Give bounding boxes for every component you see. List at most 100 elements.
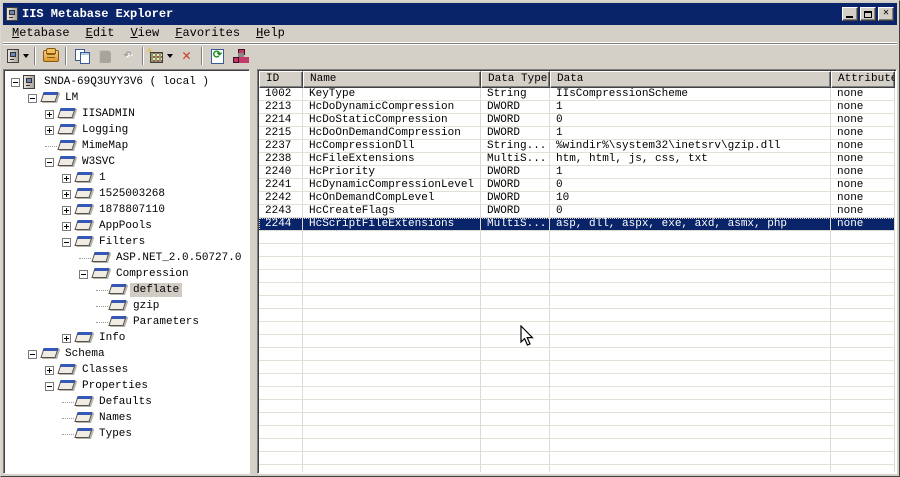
panel-splitter[interactable] (250, 69, 257, 474)
menu-metabase[interactable]: Metabase (4, 24, 78, 43)
table-row[interactable]: 2215 HcDoOnDemandCompression DWORD 1 none (259, 127, 895, 140)
expand-icon[interactable] (62, 333, 71, 343)
key-icon (57, 156, 76, 166)
menu-help[interactable]: Help (248, 24, 293, 43)
cell-data: 1 (550, 101, 831, 114)
tree-item-parameters[interactable]: Parameters (7, 314, 247, 330)
undo-button[interactable]: ↶ (116, 45, 139, 67)
table-row[interactable]: 2242 HcOnDemandCompLevel DWORD 10 none (259, 192, 895, 205)
collapse-icon[interactable] (62, 237, 71, 247)
expand-icon[interactable] (62, 221, 71, 231)
view-hierarchy-button[interactable] (229, 45, 252, 67)
table-row[interactable]: 2244 HcScriptFileExtensions MultiS... asp, … (259, 218, 895, 231)
table-row[interactable]: 2243 HcCreateFlags DWORD 0 none (259, 205, 895, 218)
column-header-data-type[interactable]: Data Type (481, 71, 550, 88)
collapse-icon[interactable] (28, 349, 37, 359)
cell-attrs: none (831, 114, 895, 127)
menu-favorites[interactable]: Favorites (167, 24, 248, 43)
delete-button[interactable]: ✕ (175, 45, 198, 67)
paste-button[interactable] (93, 45, 116, 67)
tree-item-logging[interactable]: Logging (7, 122, 247, 138)
tree-item-iisadmin[interactable]: IISADMIN (7, 106, 247, 122)
tree-item-asp-net-2-0-50727-0[interactable]: ASP.NET_2.0.50727.0 (7, 250, 247, 266)
cell-attrs: none (831, 166, 895, 179)
tree-item-properties[interactable]: Properties (7, 378, 247, 394)
tree-item-1525003268[interactable]: 1525003268 (7, 186, 247, 202)
tree-item-apppools[interactable]: AppPools (7, 218, 247, 234)
cell-type: DWORD (481, 166, 550, 179)
title-bar[interactable]: IIS Metabase Explorer ✕ (3, 3, 897, 25)
content-area: SNDA-69Q3UYY3V6 ( local ) LM IISADMIN Loggi… (3, 68, 897, 474)
table-row[interactable]: 2241 HcDynamicCompressionLevel DWORD 0 none (259, 179, 895, 192)
refresh-button[interactable] (206, 45, 229, 67)
cell-attrs (831, 309, 895, 322)
collapse-icon[interactable] (28, 93, 37, 103)
tree-item-mimemap[interactable]: MimeMap (7, 138, 247, 154)
tree-item-1[interactable]: 1 (7, 170, 247, 186)
collapse-icon[interactable] (45, 157, 54, 167)
key-icon (57, 140, 76, 150)
expand-icon[interactable] (62, 205, 71, 215)
empty-row (259, 283, 895, 296)
expand-icon[interactable] (45, 125, 54, 135)
table-row[interactable]: 2213 HcDoDynamicCompression DWORD 1 none (259, 101, 895, 114)
cell-data (550, 335, 831, 348)
tree-item-info[interactable]: Info (7, 330, 247, 346)
cell-id (259, 283, 303, 296)
column-header-attributes[interactable]: Attributes (831, 71, 895, 88)
tree-item-gzip[interactable]: gzip (7, 298, 247, 314)
key-icon (91, 252, 110, 262)
maximize-button[interactable] (860, 7, 876, 21)
table-row[interactable]: 2237 HcCompressionDll String... %windir%\sy… (259, 140, 895, 153)
table-row[interactable]: 2214 HcDoStaticCompression DWORD 0 none (259, 114, 895, 127)
tree-item-compression[interactable]: Compression (7, 266, 247, 282)
tree-item-defaults[interactable]: Defaults (7, 394, 247, 410)
menu-edit[interactable]: Edit (78, 24, 123, 43)
collapse-icon[interactable] (45, 381, 54, 391)
cell-data (550, 374, 831, 387)
key-icon (40, 92, 59, 102)
connect-server-button[interactable] (5, 45, 31, 67)
expand-icon[interactable] (62, 189, 71, 199)
cell-id: 2214 (259, 114, 303, 127)
tree-item-filters[interactable]: Filters (7, 234, 247, 250)
tree-item-types[interactable]: Types (7, 426, 247, 442)
key-icon (57, 380, 76, 390)
minimize-button[interactable] (842, 7, 858, 21)
tree-item-1878807110[interactable]: 1878807110 (7, 202, 247, 218)
tree-item-deflate[interactable]: deflate (7, 282, 247, 298)
cell-attrs (831, 283, 895, 296)
open-button[interactable] (39, 45, 62, 67)
copy-icon (74, 49, 90, 64)
column-header-name[interactable]: Name (303, 71, 481, 88)
expand-icon[interactable] (45, 109, 54, 119)
column-header-id[interactable]: ID (259, 71, 303, 88)
collapse-icon[interactable] (11, 77, 20, 87)
tree-item-lm[interactable]: LM (7, 90, 247, 106)
cell-attrs (831, 335, 895, 348)
cell-data (550, 413, 831, 426)
cell-type: String... (481, 140, 550, 153)
cell-type (481, 309, 550, 322)
new-key-button[interactable] (147, 45, 175, 67)
tree-item-names[interactable]: Names (7, 410, 247, 426)
table-row[interactable]: 1002 KeyType String IIsCompressionScheme non… (259, 88, 895, 101)
cell-data (550, 309, 831, 322)
collapse-icon[interactable] (79, 269, 88, 279)
tree-item-schema[interactable]: Schema (7, 346, 247, 362)
tree-item-w3svc[interactable]: W3SVC (7, 154, 247, 170)
tree-item-classes[interactable]: Classes (7, 362, 247, 378)
column-header-data[interactable]: Data (550, 71, 831, 88)
table-row[interactable]: 2238 HcFileExtensions MultiS... htm, html, … (259, 153, 895, 166)
tree-item-snda-69q3uyy3v6-local-[interactable]: SNDA-69Q3UYY3V6 ( local ) (7, 74, 247, 90)
cell-id: 2213 (259, 101, 303, 114)
table-row[interactable]: 2240 HcPriority DWORD 1 none (259, 166, 895, 179)
menu-view[interactable]: View (122, 24, 167, 43)
expand-icon[interactable] (62, 173, 71, 183)
cell-attrs (831, 439, 895, 452)
expand-icon[interactable] (45, 365, 54, 375)
key-icon (108, 316, 127, 326)
copy-button[interactable] (70, 45, 93, 67)
cell-id (259, 309, 303, 322)
close-button[interactable]: ✕ (878, 7, 894, 21)
